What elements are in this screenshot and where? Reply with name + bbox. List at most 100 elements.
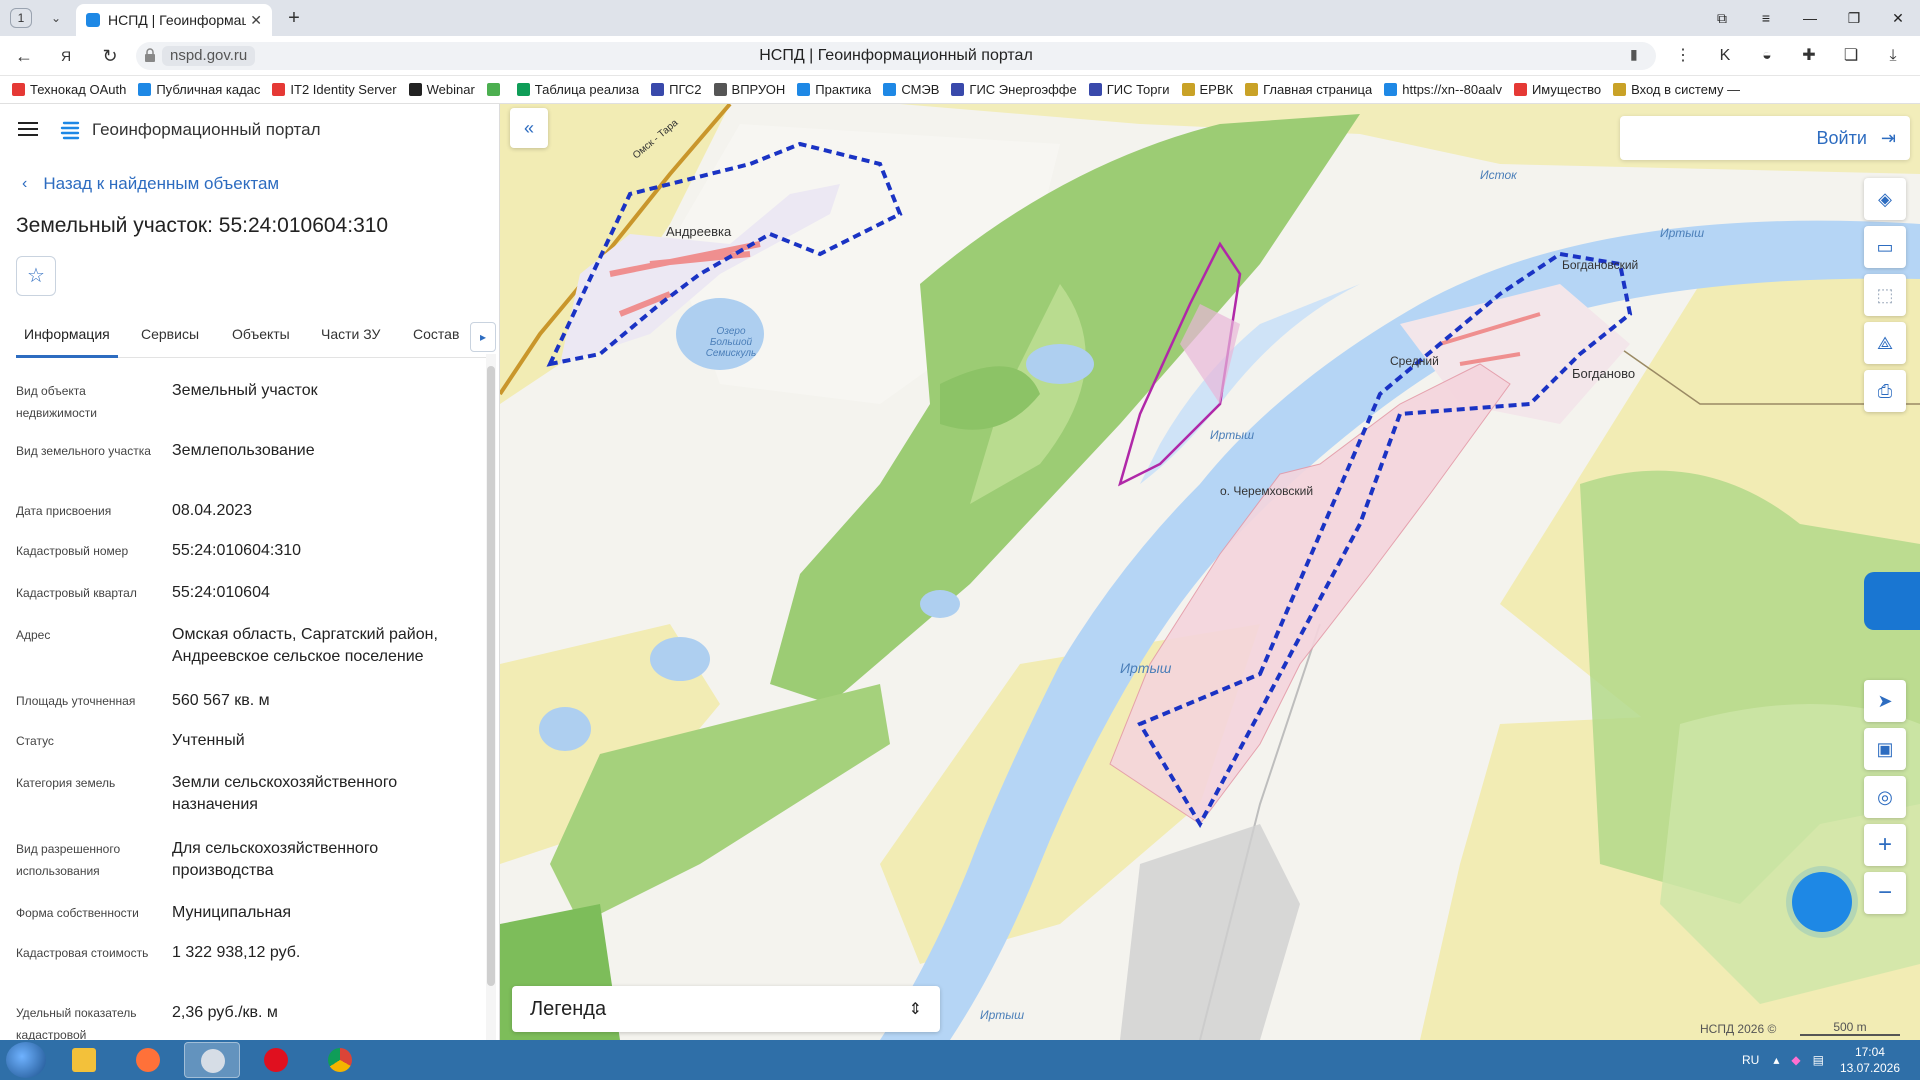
download-icon[interactable]: ⤓ — [1880, 44, 1906, 68]
attribute-value: Землепользование — [172, 442, 315, 459]
bookmark-item[interactable]: Публичная кадас — [138, 82, 260, 97]
place-label-cheremkhovsky: о. Черемховский — [1220, 484, 1314, 498]
bookmark-item[interactable]: ПГС2 — [651, 82, 702, 97]
bookmark-favicon-icon — [1181, 83, 1195, 96]
bookmark-item[interactable]: СМЭВ — [883, 82, 939, 97]
taskbar-explorer[interactable] — [56, 1042, 112, 1078]
clock[interactable]: 17:04 13.07.2026 — [1840, 1044, 1900, 1076]
yandex-logo-icon[interactable]: Я — [52, 44, 80, 68]
collections-icon[interactable]: ❏ — [1838, 44, 1864, 68]
bookmark-item[interactable]: Webinar — [408, 82, 475, 97]
browser-tab-active[interactable]: НСПД | Геоинформаци ✕ — [76, 4, 272, 36]
language-indicator[interactable]: RU — [1742, 1053, 1759, 1067]
geolocation-button[interactable]: ◎ — [1864, 776, 1906, 818]
bookmark-item[interactable]: Главная страница — [1245, 82, 1372, 97]
bookmark-item[interactable]: IT2 Identity Server — [272, 82, 397, 97]
zoom-in-button[interactable]: + — [1864, 824, 1906, 866]
start-button-icon[interactable] — [6, 1042, 46, 1078]
bookmark-favicon-icon — [1513, 83, 1527, 96]
back-arrow-icon[interactable]: ← — [10, 44, 38, 68]
taskbar-firefox[interactable] — [120, 1042, 176, 1078]
tab-services[interactable]: Сервисы — [141, 326, 199, 342]
favorite-star-button[interactable]: ☆ — [16, 256, 56, 296]
attribute-label: Кадастровый номер — [16, 544, 129, 558]
page-title: НСПД | Геоинформационный портал — [759, 47, 1033, 64]
taskbar-chrome[interactable] — [312, 1042, 368, 1078]
bookmark-item[interactable]: Практика — [797, 82, 871, 97]
tab-objects[interactable]: Объекты — [232, 326, 290, 342]
attribute-value: 55:24:010604:310 — [172, 542, 302, 559]
extension-hat-icon[interactable]: ◒ — [1754, 44, 1780, 68]
layers-button[interactable]: ◈ — [1864, 178, 1906, 220]
attribute-value: Муниципальная — [172, 904, 292, 921]
extensions-puzzle-icon[interactable]: ✚ — [1796, 44, 1822, 68]
restore-button[interactable]: ❐ — [1832, 0, 1876, 36]
folder-icon — [72, 1048, 96, 1072]
close-tab-icon[interactable]: ✕ — [250, 12, 262, 29]
bookmark-item[interactable]: Технокад OAuth — [12, 82, 126, 97]
tab-list-chevron-icon[interactable]: ⌄ — [44, 7, 68, 29]
bookmark-favicon-icon — [1088, 83, 1102, 96]
bookmark-item[interactable]: Таблица реализа — [516, 82, 639, 97]
minimize-button[interactable]: — — [1788, 0, 1832, 36]
taskbar-yandex[interactable] — [184, 1042, 240, 1078]
basemap-button[interactable]: ▣ — [1864, 728, 1906, 770]
bookmark-item[interactable]: https://xn--80aalv — [1384, 82, 1502, 97]
back-to-results-link[interactable]: ‹ Назад к найденным объектам — [22, 174, 279, 194]
bookmark-favicon-icon — [883, 83, 897, 96]
map-copyright: НСПД 2026 © — [1700, 1022, 1777, 1036]
attribute-label: Удельный показатель кадастровой — [16, 1006, 137, 1040]
menu-icon[interactable]: ≡ — [1744, 0, 1788, 36]
map-view[interactable]: Андреевка Богданово Богдановский Средний… — [500, 104, 1920, 1040]
bookmark-item[interactable]: ГИС Энергоэффе — [951, 82, 1077, 97]
more-icon[interactable]: ⋮ — [1670, 44, 1696, 68]
ruler-button[interactable]: ▭ — [1864, 226, 1906, 268]
tab-count-button[interactable]: 1 — [10, 8, 32, 28]
bookmark-icon[interactable]: ▮ — [1630, 46, 1648, 66]
hamburger-menu-icon[interactable] — [18, 122, 38, 136]
browser-tab-bar: 1 ⌄ НСПД | Геоинформаци ✕ + ⧉ ≡ — ❐ ✕ — [0, 0, 1920, 36]
firefox-icon — [136, 1048, 160, 1072]
bookmark-item[interactable]: ГИС Торги — [1088, 82, 1170, 97]
tab-composition[interactable]: Состав — [413, 326, 459, 342]
navigate-location-button[interactable]: ➤ — [1864, 680, 1906, 722]
bookmark-item[interactable]: ВПРУОН — [713, 82, 785, 97]
chat-bubble-icon[interactable] — [1792, 872, 1852, 932]
url-field[interactable]: nspd.gov.ru НСПД | Геоинформационный пор… — [136, 42, 1656, 70]
attribute-value: Земельный участок — [172, 382, 318, 399]
bookmark-item[interactable]: Вход в систему — — [1613, 82, 1740, 97]
tab-information[interactable]: Информация — [24, 326, 110, 342]
network-icon[interactable]: ▤ — [1813, 1053, 1824, 1067]
attribute-value: 55:24:010604 — [172, 584, 270, 601]
tray-app-icon[interactable]: ◆ — [1791, 1053, 1800, 1067]
tabs-scroll-right-button[interactable]: ▸ — [470, 322, 496, 352]
close-window-button[interactable]: ✕ — [1876, 0, 1920, 36]
collapse-panel-button[interactable]: « — [510, 108, 548, 148]
map-scale-bar: 500 m — [1800, 1020, 1900, 1036]
bookmark-favicon-icon — [951, 83, 965, 96]
bookmark-item[interactable] — [486, 83, 505, 96]
attribute-value: Для сельскохозяйственного производства — [172, 840, 379, 879]
reload-icon[interactable]: ↻ — [96, 44, 124, 68]
tray-arrow-icon[interactable]: ▴ — [1773, 1053, 1779, 1067]
print-button[interactable]: ⎙ — [1864, 370, 1906, 412]
bookmark-favicon-icon — [1245, 83, 1259, 96]
bookmark-item[interactable]: ЕРВК — [1181, 82, 1233, 97]
taskbar-opera[interactable] — [248, 1042, 304, 1078]
extension-k-icon[interactable]: K — [1712, 44, 1738, 68]
bookmark-favicon-icon — [713, 83, 727, 96]
select-area-button[interactable]: ⬚ — [1864, 274, 1906, 316]
tab-parts[interactable]: Части ЗУ — [321, 326, 380, 342]
windows-taskbar: RU ▴ ◆ ▤ 17:04 13.07.2026 — [0, 1040, 1920, 1080]
bookmark-manager-icon[interactable]: ⧉ — [1700, 0, 1744, 36]
map-canvas[interactable] — [500, 104, 1920, 1040]
bookmark-item[interactable]: Имущество — [1513, 82, 1601, 97]
new-tab-button[interactable]: + — [282, 6, 306, 30]
share-button[interactable]: ⟁ — [1864, 322, 1906, 364]
chat-side-icon[interactable] — [1864, 572, 1920, 630]
login-button[interactable]: Войти ⇥ — [1620, 116, 1910, 160]
zoom-out-button[interactable]: − — [1864, 872, 1906, 914]
attribute-value: 08.04.2023 — [172, 502, 253, 519]
panel-scrollbar-thumb[interactable] — [487, 366, 495, 986]
legend-toggle[interactable]: Легенда ⇕ — [512, 986, 940, 1032]
